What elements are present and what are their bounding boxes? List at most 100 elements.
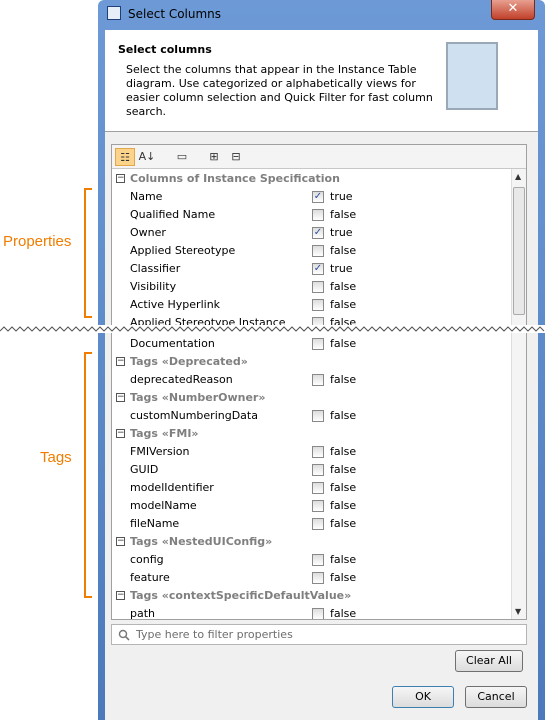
checkbox[interactable]: [312, 572, 324, 584]
property-name: path: [130, 607, 156, 619]
properties-bracket: [84, 188, 92, 318]
group-header[interactable]: − Columns of Instance Specification: [112, 170, 512, 188]
scrollbar-thumb[interactable]: [513, 187, 525, 315]
checkbox[interactable]: ✓: [312, 263, 324, 275]
property-name: config: [130, 553, 164, 566]
property-value: true: [330, 226, 353, 239]
group-header[interactable]: − Tags «contextSpecificDefaultValue»: [112, 587, 512, 605]
checkbox[interactable]: [312, 464, 324, 476]
property-name: Qualified Name: [130, 208, 216, 221]
header-title: Select columns: [118, 43, 212, 56]
checkbox[interactable]: ✓: [312, 191, 324, 203]
group-label: Tags «FMI»: [130, 427, 199, 440]
clear-all-button[interactable]: Clear All: [455, 650, 523, 672]
property-value: false: [330, 571, 357, 584]
scroll-up-icon[interactable]: ▲: [515, 172, 521, 181]
property-value: false: [330, 481, 357, 494]
property-row[interactable]: path false: [112, 605, 512, 619]
property-row[interactable]: Documentation false: [112, 335, 512, 353]
property-name: GUID: [130, 463, 159, 476]
property-name: Visibility: [130, 280, 177, 293]
property-value: false: [330, 244, 357, 257]
scroll-down-icon[interactable]: ▼: [515, 607, 521, 616]
ok-button[interactable]: OK: [392, 686, 454, 708]
property-row[interactable]: Visibility false: [112, 278, 512, 296]
property-value: true: [330, 190, 353, 203]
grid-toolbar: ☷ A↓ ▭ ⊞ ⊟: [112, 145, 526, 169]
collapse-icon[interactable]: −: [116, 174, 125, 183]
checkbox[interactable]: [312, 338, 324, 350]
property-row[interactable]: Active Hyperlink false: [112, 296, 512, 314]
property-row[interactable]: Classifier ✓ true: [112, 260, 512, 278]
group-header[interactable]: − Tags «NumberOwner»: [112, 389, 512, 407]
collapse-icon[interactable]: −: [116, 393, 125, 402]
properties-annotation: Properties: [3, 233, 72, 250]
collapse-icon[interactable]: −: [116, 591, 125, 600]
property-value: false: [330, 409, 357, 422]
tags-bracket: [84, 352, 92, 598]
expand-all-icon[interactable]: ⊞: [204, 148, 224, 166]
checkbox[interactable]: [312, 500, 324, 512]
property-row[interactable]: FMIVersion false: [112, 443, 512, 461]
property-row[interactable]: Name ✓ true: [112, 188, 512, 206]
property-row[interactable]: Qualified Name false: [112, 206, 512, 224]
property-row[interactable]: fileName false: [112, 515, 512, 533]
property-name: customNumberingData: [130, 409, 258, 422]
checkbox[interactable]: [312, 608, 324, 619]
group-label: Tags «Deprecated»: [130, 355, 248, 368]
property-value: true: [330, 262, 353, 275]
vertical-scrollbar[interactable]: ▲ ▼: [511, 169, 526, 619]
collapse-all-icon[interactable]: ⊟: [226, 148, 246, 166]
collapse-icon[interactable]: −: [116, 357, 125, 366]
group-header[interactable]: − Tags «FMI»: [112, 425, 512, 443]
checkbox[interactable]: [312, 482, 324, 494]
property-row[interactable]: customNumberingData false: [112, 407, 512, 425]
property-name: feature: [130, 571, 170, 584]
app-icon: [107, 6, 121, 20]
search-icon: [118, 629, 130, 641]
property-value: false: [330, 298, 357, 311]
collapse-icon[interactable]: −: [116, 429, 125, 438]
checkbox[interactable]: [312, 374, 324, 386]
checkbox[interactable]: [312, 209, 324, 221]
group-label: Tags «NestedUIConfig»: [130, 535, 273, 548]
cancel-button[interactable]: Cancel: [465, 686, 527, 708]
sort-alphabetically-icon[interactable]: A↓: [137, 148, 157, 166]
property-name: Active Hyperlink: [130, 298, 221, 311]
close-button[interactable]: ✕: [491, 0, 535, 20]
property-value: false: [330, 517, 357, 530]
checkbox[interactable]: ✓: [312, 227, 324, 239]
checkbox[interactable]: [312, 410, 324, 422]
checkbox[interactable]: [312, 281, 324, 293]
property-row[interactable]: config false: [112, 551, 512, 569]
checkbox[interactable]: [312, 245, 324, 257]
property-row[interactable]: Applied Stereotype false: [112, 242, 512, 260]
collapse-icon[interactable]: −: [116, 537, 125, 546]
filter-input[interactable]: Type here to filter properties: [111, 624, 527, 645]
property-row[interactable]: Owner ✓ true: [112, 224, 512, 242]
cut-marker: [0, 325, 545, 333]
group-label: Tags «contextSpecificDefaultValue»: [130, 589, 352, 602]
property-row[interactable]: deprecatedReason false: [112, 371, 512, 389]
property-value: false: [330, 553, 357, 566]
checkbox[interactable]: [312, 554, 324, 566]
header-description: Select the columns that appear in the In…: [126, 63, 433, 118]
tags-annotation: Tags: [40, 449, 72, 466]
property-name: Classifier: [130, 262, 181, 275]
checkbox[interactable]: [312, 446, 324, 458]
group-header[interactable]: − Tags «Deprecated»: [112, 353, 512, 371]
categorized-icon[interactable]: ☷: [115, 148, 135, 166]
property-row[interactable]: modelIdentifier false: [112, 479, 512, 497]
property-row[interactable]: feature false: [112, 569, 512, 587]
property-value: false: [330, 208, 357, 221]
property-row[interactable]: modelName false: [112, 497, 512, 515]
property-value: false: [330, 373, 357, 386]
property-value: false: [330, 445, 357, 458]
property-value: false: [330, 463, 357, 476]
description-icon[interactable]: ▭: [172, 148, 192, 166]
checkbox[interactable]: [312, 299, 324, 311]
property-name: Documentation: [130, 337, 215, 350]
group-header[interactable]: − Tags «NestedUIConfig»: [112, 533, 512, 551]
property-row[interactable]: GUID false: [112, 461, 512, 479]
checkbox[interactable]: [312, 518, 324, 530]
